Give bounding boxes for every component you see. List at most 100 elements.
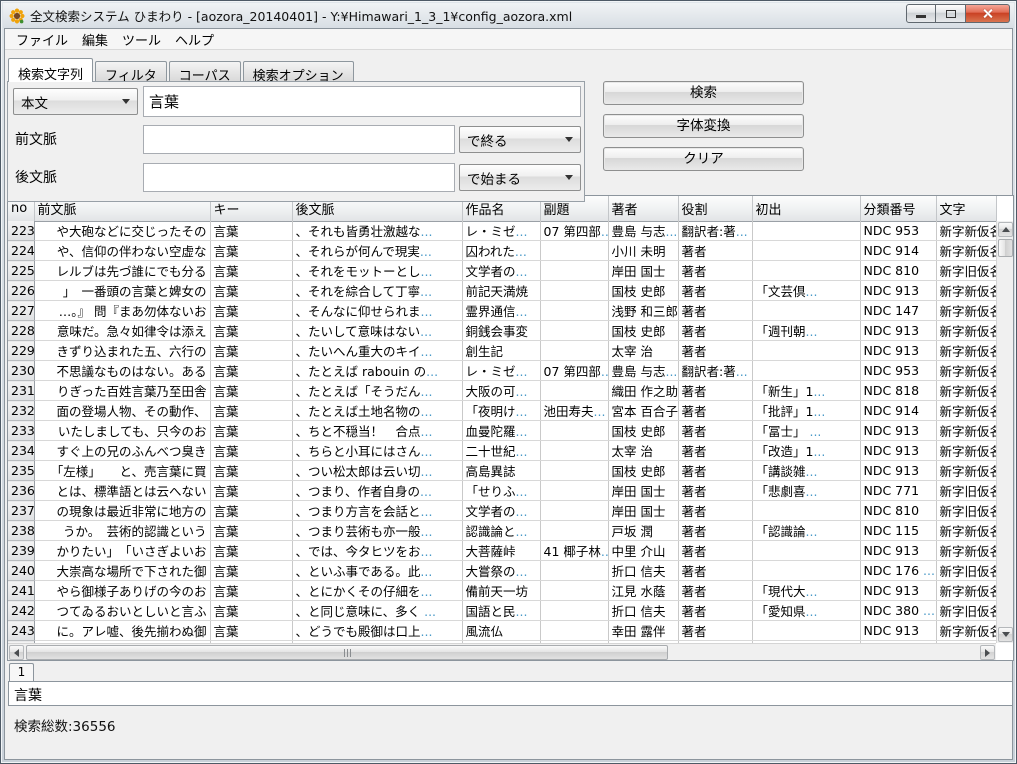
cell-pre-context[interactable]: つてゐるおいとしいと言ふ: [34, 601, 210, 621]
cell-first-publication[interactable]: 「愛知県...: [752, 601, 860, 621]
cell-no[interactable]: 228: [8, 321, 34, 341]
cell-subtitle[interactable]: [540, 321, 608, 341]
cell-work[interactable]: レ・ミゼ...: [462, 361, 540, 381]
cell-no[interactable]: 232: [8, 401, 34, 421]
cell-ndc-number[interactable]: NDC 810: [860, 261, 936, 281]
cell-subtitle[interactable]: [540, 521, 608, 541]
cell-author[interactable]: 折口 信夫: [608, 601, 678, 621]
cell-ndc-number[interactable]: NDC 913: [860, 421, 936, 441]
cell-role[interactable]: 著者: [678, 321, 752, 341]
cell-author[interactable]: 国枝 史郎: [608, 321, 678, 341]
cell-no[interactable]: 225: [8, 261, 34, 281]
cell-first-publication[interactable]: 「新生」1...: [752, 381, 860, 401]
cell-char-type[interactable]: 新字新仮名: [936, 401, 996, 421]
cell-post-context[interactable]: 、ちらと小耳にはさん...: [292, 441, 462, 461]
next-context-input[interactable]: [143, 163, 455, 192]
cell-author[interactable]: 豊島 与志...: [608, 221, 678, 241]
menu-item-1[interactable]: 編集: [75, 28, 115, 51]
cell-author[interactable]: 中里 介山: [608, 541, 678, 561]
cell-no[interactable]: 242: [8, 601, 34, 621]
cell-work[interactable]: 大菩薩峠: [462, 541, 540, 561]
cell-first-publication[interactable]: [752, 541, 860, 561]
cell-ndc-number[interactable]: NDC 380 ...: [860, 601, 936, 621]
cell-key[interactable]: 言葉: [210, 521, 292, 541]
cell-role[interactable]: 著者: [678, 501, 752, 521]
cell-ndc-number[interactable]: NDC 913: [860, 441, 936, 461]
cell-key[interactable]: 言葉: [210, 501, 292, 521]
cell-pre-context[interactable]: や大砲などに交じったその: [34, 221, 210, 241]
cell-no[interactable]: 240: [8, 561, 34, 581]
title-bar[interactable]: 全文検索システム ひまわり - [aozora_20140401] - Y:¥H…: [3, 3, 1014, 28]
cell-role[interactable]: 著者: [678, 541, 752, 561]
cell-work[interactable]: 「せりふ...: [462, 481, 540, 501]
search-button[interactable]: 検索: [603, 81, 804, 105]
cell-ndc-number[interactable]: NDC 115: [860, 521, 936, 541]
cell-author[interactable]: 国枝 史郎: [608, 281, 678, 301]
cell-subtitle[interactable]: [540, 421, 608, 441]
column-header-role[interactable]: 役割: [678, 196, 752, 221]
cell-subtitle[interactable]: [540, 281, 608, 301]
cell-first-publication[interactable]: [752, 221, 860, 241]
cell-post-context[interactable]: 、それも皆勇壮激越な...: [292, 221, 462, 241]
cell-key[interactable]: 言葉: [210, 561, 292, 581]
cell-post-context[interactable]: 、そんなに仰せられま...: [292, 301, 462, 321]
cell-ndc-number[interactable]: NDC 147: [860, 301, 936, 321]
query-input[interactable]: [143, 86, 581, 117]
cell-key[interactable]: 言葉: [210, 361, 292, 381]
cell-subtitle[interactable]: [540, 581, 608, 601]
cell-pre-context[interactable]: りぎった百姓言葉乃至田舎: [34, 381, 210, 401]
cell-subtitle[interactable]: [540, 261, 608, 281]
cell-no[interactable]: 239: [8, 541, 34, 561]
cell-first-publication[interactable]: 「改造」1...: [752, 441, 860, 461]
cell-role[interactable]: 著者: [678, 281, 752, 301]
cell-first-publication[interactable]: 「講談雑...: [752, 461, 860, 481]
cell-subtitle[interactable]: [540, 341, 608, 361]
cell-no[interactable]: 231: [8, 381, 34, 401]
cell-first-publication[interactable]: 「認識論...: [752, 521, 860, 541]
cell-char-type[interactable]: 新字新仮名: [936, 441, 996, 461]
cell-char-type[interactable]: 新字新仮名: [936, 541, 996, 561]
cell-pre-context[interactable]: かりたい」 「いさぎよいお: [34, 541, 210, 561]
cell-key[interactable]: 言葉: [210, 301, 292, 321]
cell-char-type[interactable]: 新字新仮名: [936, 381, 996, 401]
cell-author[interactable]: 小川 未明: [608, 241, 678, 261]
cell-post-context[interactable]: 、それをモットーとし...: [292, 261, 462, 281]
cell-no[interactable]: 223: [8, 221, 34, 241]
tab-1[interactable]: フィルタ: [95, 61, 167, 82]
cell-pre-context[interactable]: の現象は最近非常に地方の: [34, 501, 210, 521]
cell-post-context[interactable]: 、では、今タヒツをお...: [292, 541, 462, 561]
cell-work[interactable]: 銅銭会事変: [462, 321, 540, 341]
cell-subtitle[interactable]: [540, 481, 608, 501]
cell-post-context[interactable]: 、つまり、作者自身の...: [292, 481, 462, 501]
cell-no[interactable]: 238: [8, 521, 34, 541]
cell-char-type[interactable]: 新字旧仮名: [936, 261, 996, 281]
cell-role[interactable]: 著者: [678, 401, 752, 421]
cell-first-publication[interactable]: [752, 301, 860, 321]
cell-key[interactable]: 言葉: [210, 421, 292, 441]
cell-first-publication[interactable]: [752, 341, 860, 361]
cell-char-type[interactable]: 新字旧仮名: [936, 481, 996, 501]
cell-subtitle[interactable]: [540, 561, 608, 581]
cell-subtitle[interactable]: [540, 621, 608, 641]
cell-author[interactable]: 浅野 和三郎: [608, 301, 678, 321]
cell-first-publication[interactable]: 「冨士」 ...: [752, 421, 860, 441]
cell-author[interactable]: 折口 信夫: [608, 561, 678, 581]
cell-post-context[interactable]: 、といふ事である。此...: [292, 561, 462, 581]
cell-first-publication[interactable]: [752, 621, 860, 641]
cell-pre-context[interactable]: レルブは先づ誰にでも分る: [34, 261, 210, 281]
cell-subtitle[interactable]: 池田寿夫...: [540, 401, 608, 421]
cell-role[interactable]: 著者: [678, 421, 752, 441]
minimize-button[interactable]: [906, 4, 936, 23]
cell-ndc-number[interactable]: NDC 810: [860, 501, 936, 521]
cell-role[interactable]: 著者: [678, 341, 752, 361]
cell-no[interactable]: 233: [8, 421, 34, 441]
cell-char-type[interactable]: 新字新仮名: [936, 341, 996, 361]
column-header-author[interactable]: 著者: [608, 196, 678, 221]
cell-post-context[interactable]: 、つい松太郎は云い切...: [292, 461, 462, 481]
cell-no[interactable]: 229: [8, 341, 34, 361]
cell-ndc-number[interactable]: NDC 913: [860, 461, 936, 481]
cell-author[interactable]: 太宰 治: [608, 441, 678, 461]
result-set-tab[interactable]: 1: [9, 663, 34, 681]
cell-key[interactable]: 言葉: [210, 281, 292, 301]
cell-author[interactable]: 国枝 史郎: [608, 461, 678, 481]
